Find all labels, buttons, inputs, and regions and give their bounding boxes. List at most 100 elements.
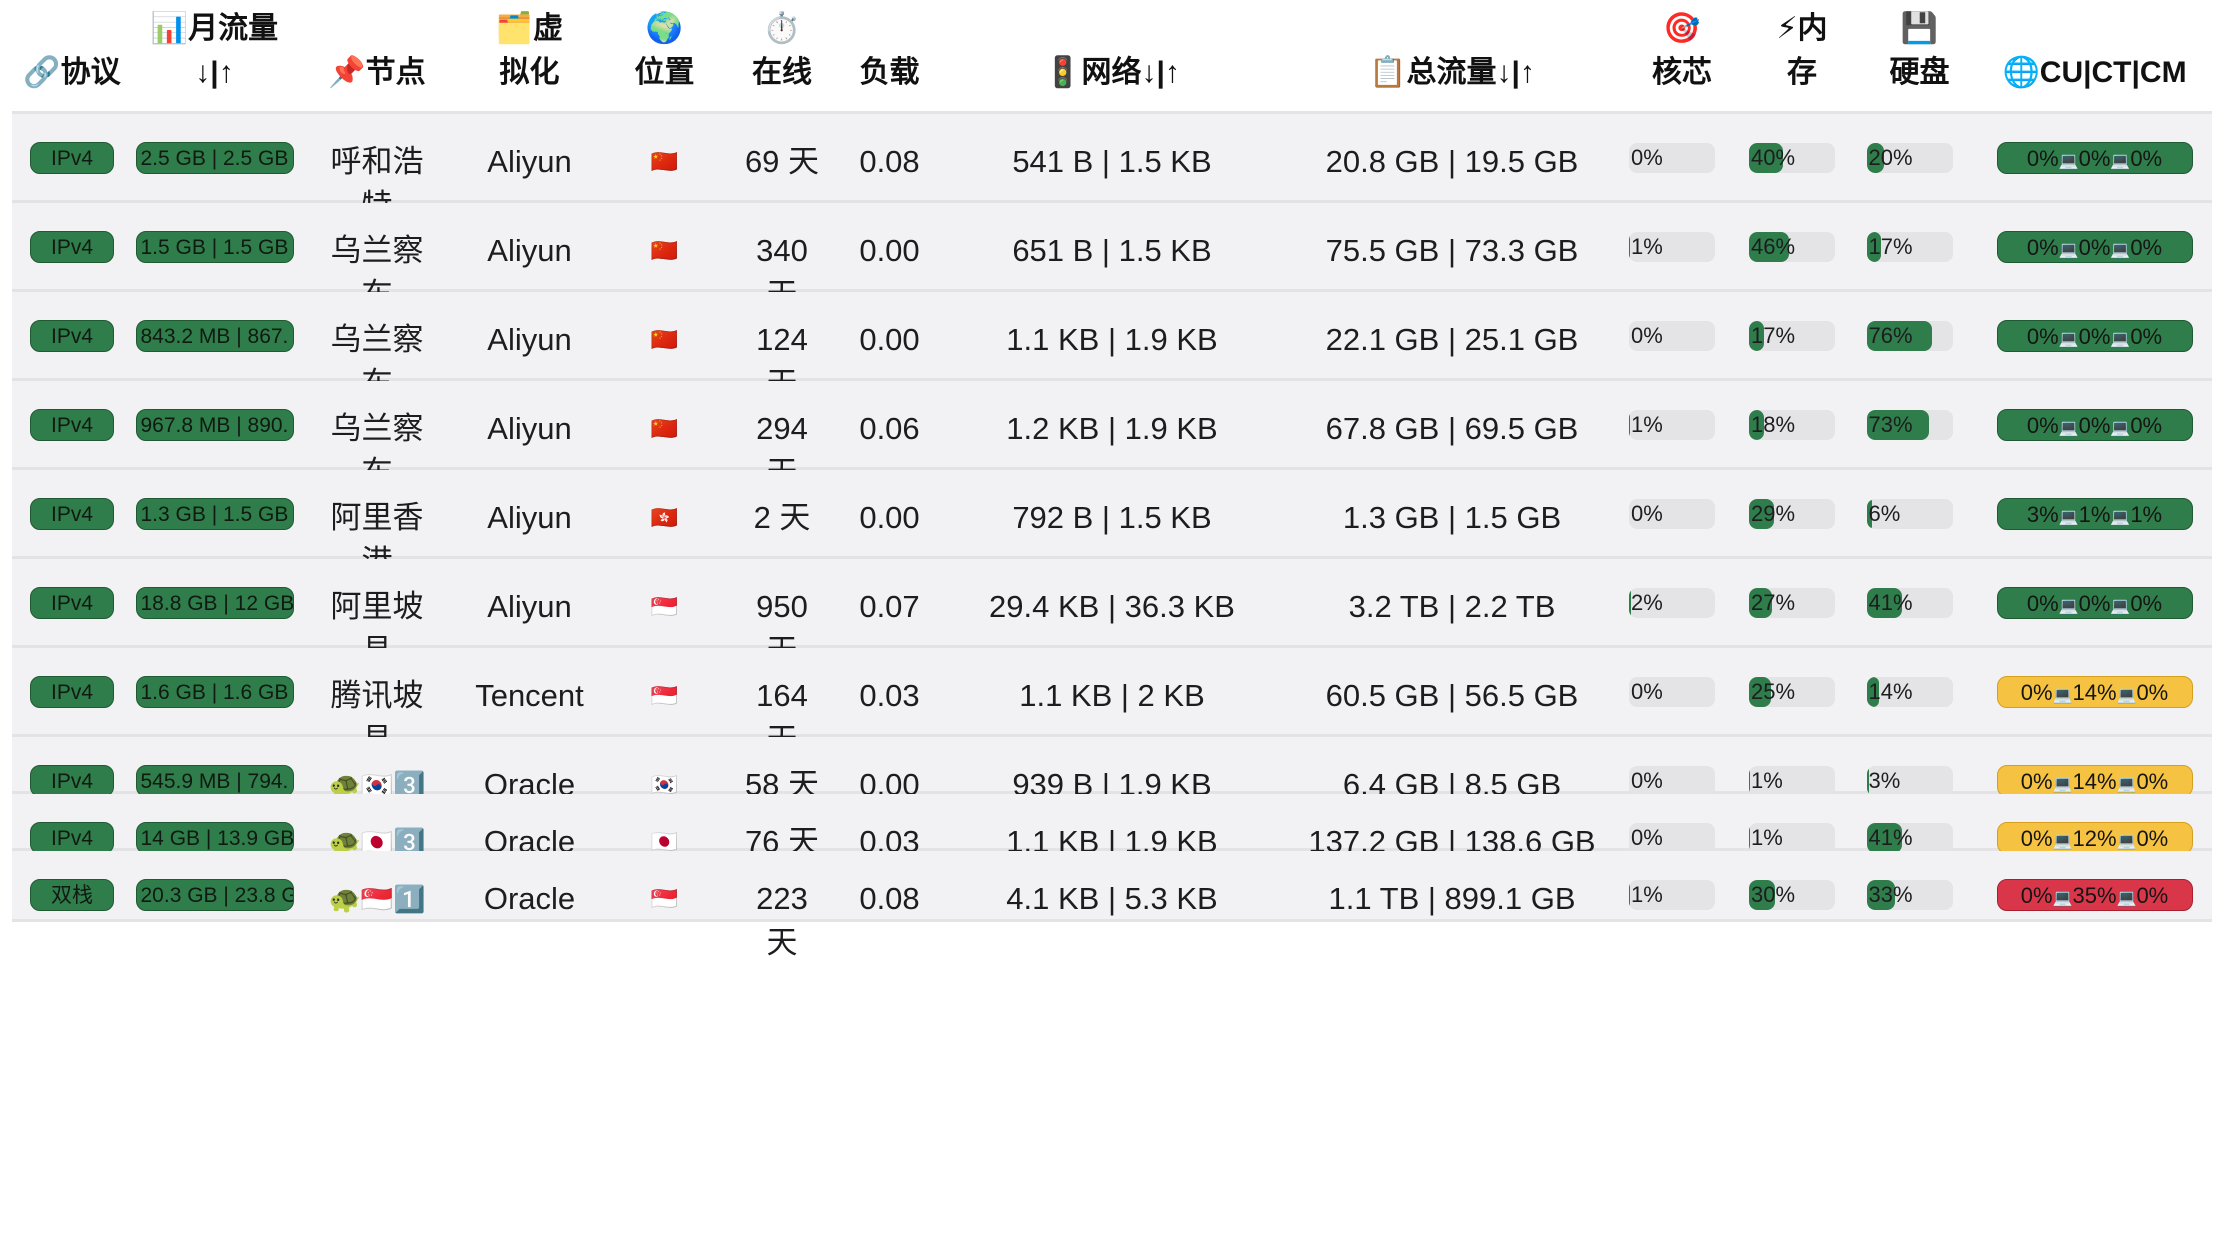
computer-icon: 💻 [2052, 687, 2073, 704]
table-row[interactable]: IPv4 967.8 MB | 890. 乌兰察布 Aliyun 🇨🇳 294 … [12, 381, 2212, 490]
load: 0.08 [859, 881, 920, 916]
network-speed: 541 B | 1.5 KB [1012, 144, 1212, 179]
protocol-badge: IPv4 [30, 231, 114, 263]
cu-value: 0% [2026, 413, 2059, 438]
table-row[interactable]: IPv4 1.6 GB | 1.6 GB 腾讯坡县 Tencent 🇸🇬 164… [12, 648, 2212, 757]
disk-usage-bar: 41% [1866, 823, 1953, 853]
table-row[interactable]: IPv4 2.5 GB | 2.5 GB 呼和浩特 Aliyun 🇨🇳 69 天… [12, 114, 2212, 223]
table-row[interactable]: IPv4 1.5 GB | 1.5 GB 乌兰察布 Aliyun 🇨🇳 340 … [12, 203, 2212, 312]
node-name[interactable]: 🐢🇸🇬1️⃣ [328, 877, 425, 921]
load: 0.07 [859, 589, 920, 624]
col-location-header[interactable]: 🌍 位置 [602, 0, 727, 111]
monthly-traffic-badge: 14 GB | 13.9 GB [135, 822, 294, 854]
cu-ct-cm-latency-badge: 0%💻12%💻0% [1996, 822, 2193, 854]
ct-value: 0% [2078, 235, 2111, 260]
table-row[interactable]: IPv4 18.8 GB | 12 GB 阿里坡县 Aliyun 🇸🇬 950 … [12, 559, 2212, 668]
memory-usage-bar-label: 1% [1751, 825, 1783, 850]
stopwatch-icon: ⏱️ [763, 12, 801, 45]
bar-chart-icon: 📊 [150, 12, 189, 45]
location-flag-icon: 🇸🇬 [650, 594, 679, 619]
location-flag-icon: 🇸🇬 [650, 683, 679, 708]
disk-usage-bar-label: 41% [1868, 825, 1913, 850]
globe-network-icon: 🌐 [2002, 56, 2040, 89]
location-flag-icon: 🇨🇳 [650, 327, 679, 352]
network-speed: 4.1 KB | 5.3 KB [1006, 881, 1218, 916]
cpu-usage-bar: 0% [1629, 143, 1715, 173]
cm-value: 0% [2130, 324, 2163, 349]
total-traffic: 75.5 GB | 73.3 GB [1325, 233, 1579, 268]
memory-usage-bar: 17% [1749, 321, 1835, 351]
cpu-usage-bar-label: 0% [1631, 768, 1663, 793]
location-flag-icon: 🇨🇳 [650, 149, 679, 174]
col-protocol-label: 协议 [60, 56, 121, 89]
col-disk-header[interactable]: 💾 硬盘 [1862, 0, 1977, 111]
col-total-header[interactable]: 📋总流量↓|↑ [1282, 0, 1622, 111]
table-row[interactable]: IPv4 1.3 GB | 1.5 GB 阿里香港 Aliyun 🇭🇰 2 天 … [12, 470, 2212, 579]
cu-value: 0% [2020, 680, 2053, 705]
cpu-usage-bar-label: 2% [1631, 590, 1663, 615]
cm-value: 0% [2130, 591, 2163, 616]
uptime: 2 天 [753, 500, 811, 535]
col-network-header[interactable]: 🚦网络↓|↑ [942, 0, 1282, 111]
col-monthly-header[interactable]: 📊月流量↓|↑ [132, 0, 297, 111]
cu-ct-cm-latency-badge: 0%💻35%💻0% [1996, 879, 2193, 911]
disk-usage-bar: 6% [1866, 499, 1953, 529]
computer-icon: 💻 [2058, 153, 2079, 170]
disk-usage-bar: 41% [1866, 588, 1953, 618]
col-mem-header[interactable]: ⚡内存 [1742, 0, 1862, 111]
cpu-usage-bar: 1% [1629, 410, 1715, 440]
server-status-table: 🔗协议 📊月流量↓|↑ 📌节点 🗂️虚拟化 🌍 位置 ⏱️ 在线 负载 🚦网络↓|↑… [12, 0, 2212, 960]
table-row[interactable]: IPv4 843.2 MB | 867. 乌兰察布 Aliyun 🇨🇳 124 … [12, 292, 2212, 401]
cu-value: 0% [2026, 235, 2059, 260]
table-header: 🔗协议 📊月流量↓|↑ 📌节点 🗂️虚拟化 🌍 位置 ⏱️ 在线 负载 🚦网络↓|↑… [12, 0, 2212, 114]
cpu-usage-bar-label: 0% [1631, 825, 1663, 850]
table-row[interactable]: IPv4 14 GB | 13.9 GB 🐢🇯🇵3️⃣ Oracle 🇯🇵 76… [12, 794, 2212, 859]
ct-value: 14% [2072, 680, 2117, 705]
table-row[interactable]: IPv4 545.9 MB | 794. 🐢🇰🇷3️⃣ Oracle 🇰🇷 58… [12, 737, 2212, 802]
cu-ct-cm-latency-badge: 0%💻0%💻0% [1996, 320, 2193, 352]
computer-icon: 💻 [2110, 331, 2131, 348]
protocol-badge: IPv4 [30, 320, 114, 352]
col-total-label: 总流量↓|↑ [1406, 56, 1535, 89]
cpu-usage-bar-label: 1% [1631, 882, 1663, 907]
memory-usage-bar: 18% [1749, 410, 1835, 440]
location-flag-icon: 🇨🇳 [650, 416, 679, 441]
cpu-usage-bar-label: 1% [1631, 234, 1663, 259]
col-disk-label: 硬盘 [1889, 56, 1950, 89]
cm-value: 0% [2130, 146, 2163, 171]
uptime: 223 天 [756, 881, 808, 960]
total-traffic: 1.3 GB | 1.5 GB [1342, 500, 1562, 535]
col-uptime-header[interactable]: ⏱️ 在线 [727, 0, 837, 111]
computer-icon: 💻 [2058, 420, 2079, 437]
computer-icon: 💻 [2052, 890, 2073, 907]
cu-value: 0% [2026, 591, 2059, 616]
computer-icon: 💻 [2058, 509, 2079, 526]
load: 0.00 [859, 500, 920, 535]
network-speed: 1.1 KB | 1.9 KB [1006, 322, 1218, 357]
disk-usage-bar-label: 6% [1868, 501, 1901, 526]
memory-usage-bar-label: 18% [1751, 412, 1796, 437]
memory-usage-bar-label: 27% [1751, 590, 1796, 615]
computer-icon: 💻 [2110, 420, 2131, 437]
col-load-header[interactable]: 负载 [837, 0, 942, 111]
total-traffic: 67.8 GB | 69.5 GB [1325, 411, 1579, 446]
col-cpu-header[interactable]: 🎯 核芯 [1622, 0, 1742, 111]
cm-value: 0% [2136, 883, 2169, 908]
col-protocol-header[interactable]: 🔗协议 [12, 0, 132, 111]
ct-value: 0% [2078, 413, 2111, 438]
col-virt-header[interactable]: 🗂️虚拟化 [457, 0, 602, 111]
disk-usage-bar: 14% [1866, 677, 1953, 707]
col-node-label: 节点 [365, 56, 426, 89]
memory-usage-bar: 40% [1749, 143, 1835, 173]
table-row[interactable]: 双栈 20.3 GB | 23.8 G 🐢🇸🇬1️⃣ Oracle 🇸🇬 223… [12, 851, 2212, 960]
ct-value: 0% [2078, 591, 2111, 616]
memory-usage-bar-label: 25% [1751, 679, 1796, 704]
col-cuctcm-header[interactable]: 🌐CU|CT|CM [1977, 0, 2212, 111]
cu-ct-cm-latency-badge: 0%💻0%💻0% [1996, 231, 2193, 263]
virtualization: Oracle [483, 881, 576, 916]
clipboard-icon: 📋 [1369, 56, 1407, 89]
col-cuctcm-label: CU|CT|CM [2039, 56, 2187, 89]
col-node-header[interactable]: 📌节点 [297, 0, 457, 111]
disk-usage-bar-label: 14% [1868, 679, 1913, 704]
protocol-badge: IPv4 [30, 822, 114, 854]
